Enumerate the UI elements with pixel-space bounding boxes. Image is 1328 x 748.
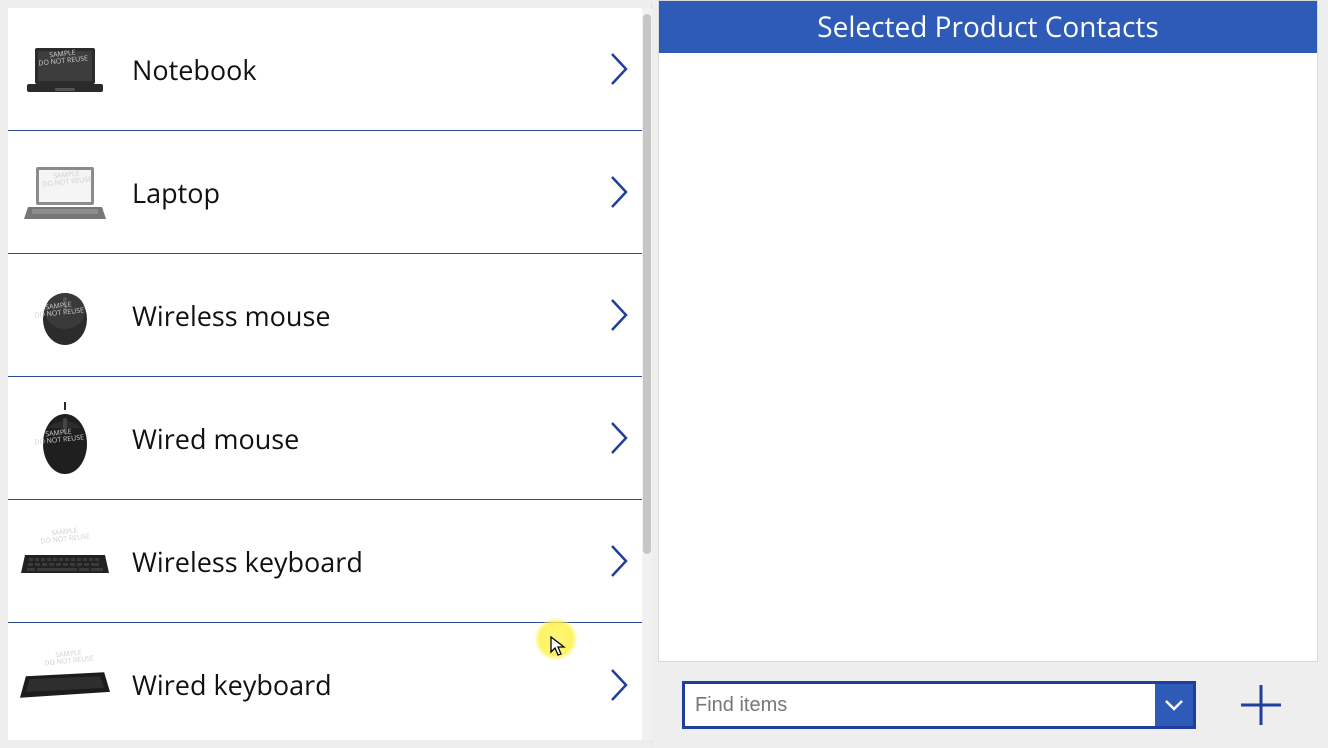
wired-keyboard-icon: SAMPLEDO NOT REUSE [20,647,110,723]
product-name: Wireless keyboard [132,543,607,580]
product-name: Wireless mouse [132,297,607,334]
contacts-pane: Selected Product Contacts [652,0,1328,748]
chevron-right-icon [607,665,633,705]
product-row-wireless-keyboard[interactable]: SAMPLEDO NOT REUSE Wireless keyboard [8,500,651,623]
product-list-pane: SAMPLEDO NOT REUSE Notebook SAMPLEDO NOT… [0,0,652,748]
product-list: SAMPLEDO NOT REUSE Notebook SAMPLEDO NOT… [8,8,651,746]
product-name: Notebook [132,51,607,88]
wireless-keyboard-icon: SAMPLEDO NOT REUSE [20,523,110,599]
product-row-wireless-mouse[interactable]: SAMPLEDO NOT REUSE Wireless mouse [8,254,651,377]
product-row-notebook[interactable]: SAMPLEDO NOT REUSE Notebook [8,8,651,131]
bottom-toolbar [682,680,1312,730]
left-scrollbar[interactable] [642,8,652,740]
app-root: SAMPLEDO NOT REUSE Notebook SAMPLEDO NOT… [0,0,1328,748]
product-name: Wired mouse [132,420,607,457]
notebook-icon: SAMPLEDO NOT REUSE [20,31,110,107]
combo-dropdown-button[interactable] [1155,684,1193,726]
product-row-laptop[interactable]: SAMPLEDO NOT REUSE Laptop [8,131,651,254]
add-button[interactable] [1236,680,1286,730]
chevron-right-icon [607,172,633,212]
product-row-wired-keyboard[interactable]: SAMPLEDO NOT REUSE Wired keyboard [8,623,651,746]
chevron-right-icon [607,49,633,89]
wired-mouse-icon: SAMPLEDO NOT REUSE [20,400,110,476]
chevron-right-icon [607,541,633,581]
scrollbar-thumb[interactable] [643,14,651,554]
chevron-right-icon [607,295,633,335]
laptop-icon: SAMPLEDO NOT REUSE [20,154,110,230]
chevron-right-icon [607,418,633,458]
product-name: Wired keyboard [132,666,607,703]
contacts-panel: Selected Product Contacts [658,0,1318,662]
contacts-body [659,53,1317,661]
contacts-header: Selected Product Contacts [659,1,1317,53]
find-items-combo[interactable] [682,681,1196,729]
wireless-mouse-icon: SAMPLEDO NOT REUSE [20,277,110,353]
product-row-wired-mouse[interactable]: SAMPLEDO NOT REUSE Wired mouse [8,377,651,500]
product-name: Laptop [132,174,607,211]
find-items-input[interactable] [685,684,1155,726]
plus-icon [1237,681,1285,729]
chevron-down-icon [1163,697,1185,713]
contacts-title: Selected Product Contacts [817,8,1158,46]
